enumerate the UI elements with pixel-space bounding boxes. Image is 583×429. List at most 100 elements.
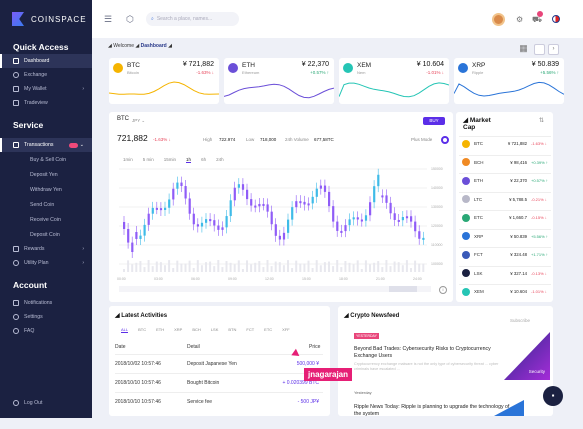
chart-scrollbar[interactable] [119,286,431,292]
market-row-xrp[interactable]: XRP ¥ 50.839 +5.56% ↑ [459,228,551,243]
ticker-card-xrp[interactable]: XRP Ripple ¥ 50.839 +5.56% ↑ [454,58,564,104]
market-row-btc[interactable]: BTC ¥ 721,882 -1.63% ↓ [459,136,551,150]
brand[interactable]: COINSPACE [0,0,92,38]
ticker-name: Nem [357,70,366,75]
activity-row[interactable]: 2018/10/10 10:57:46 Service fee - 500 JP¥ [115,392,323,410]
sidebar-item-transactions[interactable]: Transactions ⌄ [0,138,92,152]
market-row-ltc[interactable]: LTC ¥ 5,788.5 -0.21% ↓ [459,191,551,206]
activity-tab[interactable]: BCH [192,327,200,332]
activity-tab[interactable]: BTN [228,327,236,332]
activity-tab[interactable]: XRP [174,327,182,332]
sidebar-sub-buy-sell[interactable]: Buy & Sell Coin [0,152,92,167]
subscribe-link[interactable]: Subscribe [510,318,530,323]
search-input[interactable]: ⌕ Search a place, names... [146,12,239,26]
candle-body [307,203,310,206]
y-tick-label: 110000 [431,243,442,247]
candle-body [123,222,126,229]
coin-change: +0.39% ↑ [531,159,548,165]
sidebar-sub-withdraw-yen[interactable]: Withdraw Yen [0,182,92,197]
sidebar-sub-deposit-coin[interactable]: Deposit Coin [0,227,92,242]
candle-body [311,196,314,204]
volume-bar [373,262,376,272]
sidebar-item-faq[interactable]: FAQ [0,324,92,338]
menu-icon[interactable]: ☰ [104,14,114,24]
prev-button[interactable] [534,44,545,55]
avatar[interactable] [492,13,505,26]
gear-icon[interactable]: ⚙ [516,15,523,24]
candle-body [352,217,355,220]
candle-body [323,185,327,192]
coin-icon [462,195,470,203]
volume-bar [123,269,125,272]
logout-button[interactable]: Log Out [0,396,92,410]
sidebar-item-settings[interactable]: Settings [0,310,92,324]
volume-bar [127,260,130,272]
activity-tab[interactable]: ETH [156,327,164,332]
breadcrumb: ◢ Welcome ◢ Dashboard ◢ [108,43,172,49]
activity-row[interactable]: 2018/10/02 10:57:46 Deposit Japanese Yen 5… [115,354,323,372]
ticker-card-btc[interactable]: BTC Bitcoin ¥ 721,882 -1.63% ↓ [109,58,219,104]
next-button[interactable]: › [548,44,559,55]
candle-body [270,211,273,225]
activity-tab[interactable]: FCT [246,327,254,332]
sidebar-item-tradeview[interactable]: Tradeview [0,96,92,110]
flag-icon[interactable] [552,15,560,23]
news-headline-1[interactable]: Beyond Bad Trades: Cybersecurity Risks t… [354,346,514,359]
candle-body [291,207,294,220]
ticker-card-eth[interactable]: ETH Ethereum ¥ 22,370 +0.57% ↑ [224,58,334,104]
grid-icon[interactable]: ▦ [518,44,529,55]
ticker-change: -1.01% ↓ [426,70,444,75]
candle-body [209,219,212,222]
candle-body [389,202,392,214]
power-icon [13,400,19,406]
x-tick-label: 15:00 [302,277,311,281]
candle-body [241,184,245,190]
sidebar-item-utility[interactable]: Utility Plan › [0,256,92,270]
sidebar-item-exchange[interactable]: Exchange [0,68,92,82]
ticker-name: Ripple [472,70,484,75]
market-row-lsk[interactable]: LSK ¥ 327.14 -0.13% ↓ [459,265,551,280]
sort-icon[interactable]: ⇅ [539,117,544,124]
activity-detail: Bought Bitcoin [187,380,220,386]
candle-body [410,216,413,222]
candle-body [385,195,388,203]
volume-bar [336,260,339,272]
market-row-etc[interactable]: ETC ¥ 1,660.7 -0.15% ↓ [459,210,551,224]
volume-bar [205,262,207,272]
activity-tab[interactable]: ALL [121,327,129,333]
section-quick-access: Quick Access [13,42,69,52]
info-icon[interactable]: i [439,286,447,294]
sidebar-sub-deposit-yen[interactable]: Deposit Yen [0,167,92,182]
market-row-xem[interactable]: XEM ¥ 10.604 -1.01% ↓ [459,284,551,298]
exchange-icon [13,72,19,78]
activity-tab[interactable]: LSK [211,327,219,332]
coin-change: -1.01% ↓ [531,289,547,294]
market-row-eth[interactable]: ETH ¥ 22,370 +0.57% ↑ [459,173,551,187]
chart-scroll-handle[interactable] [389,286,417,292]
chat-help-button[interactable]: ▪ [543,386,563,406]
sidebar-item-wallet[interactable]: My Wallet › [0,82,92,96]
ticker-card-xem[interactable]: XEM Nem ¥ 10.604 -1.01% ↓ [339,58,449,104]
market-row-bch[interactable]: BCH ¥ 98,416 +0.39% ↑ [459,154,551,169]
volume-bar [328,261,330,272]
sidebar-sub-send-coin[interactable]: Send Coin [0,197,92,212]
volume-bar [414,260,417,272]
question-icon [13,328,19,334]
activity-tab[interactable]: XFF [282,327,290,332]
ticker-symbol: XRP [472,62,486,69]
activity-tab[interactable]: ETC [264,327,272,332]
news-headline-2[interactable]: Ripple News Today: Ripple is planning to… [354,404,514,417]
coin-price: ¥ 324.48 [510,252,527,257]
activity-row[interactable]: 2018/10/10 10:57:46 Bought Bitcoin + 0.020… [115,373,323,391]
volume-bar [225,261,228,272]
coin-symbol: BCH [474,159,484,165]
cube-icon[interactable]: ⬡ [126,14,136,24]
candle-body [229,200,232,217]
market-row-fct[interactable]: FCT ¥ 324.48 +1.71% ↑ [459,247,551,261]
sidebar-sub-receive-coin[interactable]: Receive Coin [0,212,92,227]
x-tick-label: 21:00 [376,277,385,281]
activity-tab[interactable]: BTC [138,327,146,332]
sidebar-item-notifications[interactable]: Notifications [0,296,92,310]
sidebar-item-rewards[interactable]: Rewards › [0,242,92,256]
sidebar-item-dashboard[interactable]: Dashboard [0,54,92,68]
